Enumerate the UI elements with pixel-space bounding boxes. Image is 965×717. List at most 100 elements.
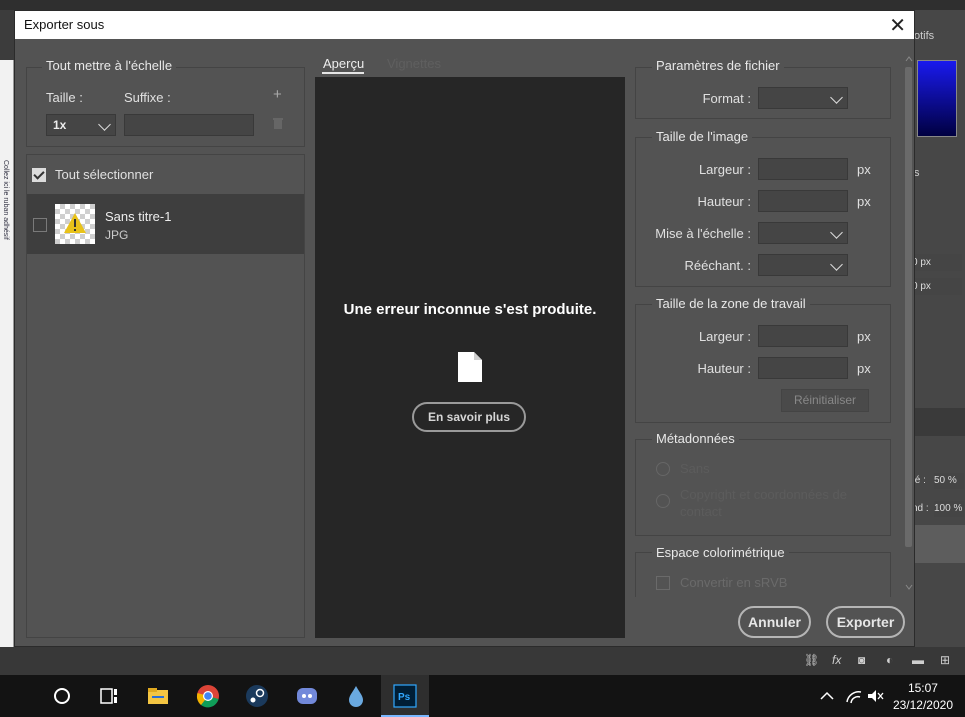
fx-icon[interactable]: fx <box>832 653 841 667</box>
document-canvas-edge: Collez ici le ruban adhésif <box>0 60 14 650</box>
scroll-up-icon[interactable] <box>905 55 913 63</box>
canvas-width-label: Largeur : <box>698 329 751 344</box>
metadata-heading: Métadonnées <box>652 431 739 446</box>
scale-value: 1x <box>53 118 67 132</box>
water-drop-icon[interactable] <box>344 684 368 708</box>
file-icon <box>458 352 482 382</box>
steam-icon[interactable] <box>245 684 269 708</box>
coord-field-1[interactable]: 0 px <box>912 254 962 271</box>
svg-text:Ps: Ps <box>398 692 411 703</box>
start-icon[interactable] <box>50 684 74 708</box>
scroll-down-icon[interactable] <box>905 583 913 591</box>
clock-time: 15:07 <box>907 681 938 695</box>
clock-date: 23/12/2020 <box>892 698 953 712</box>
chevron-down-icon <box>830 91 843 104</box>
canvas-width-input[interactable] <box>758 325 848 347</box>
reset-button[interactable]: Réinitialiser <box>781 389 869 412</box>
image-height-input[interactable] <box>758 190 848 212</box>
settings-scrollbar[interactable] <box>904 55 914 595</box>
export-button[interactable]: Exporter <box>826 606 905 638</box>
scale-heading: Tout mettre à l'échelle <box>42 58 177 73</box>
asset-row[interactable]: Sans titre-1 JPG <box>27 194 304 254</box>
canvas-size-heading: Taille de la zone de travail <box>652 296 810 311</box>
scale-select[interactable]: 1x <box>46 114 116 136</box>
folder-icon[interactable]: ▬ <box>912 653 924 667</box>
metadata-copyright-radio[interactable] <box>656 494 670 508</box>
tab-thumbnails[interactable]: Vignettes <box>387 56 441 71</box>
system-clock[interactable]: 15:07 23/12/2020 <box>893 680 953 714</box>
canvas-height-input[interactable] <box>758 357 848 379</box>
image-scale-label: Mise à l'échelle : <box>655 226 751 241</box>
file-settings-heading: Paramètres de fichier <box>652 58 784 73</box>
layer-row[interactable] <box>912 525 965 563</box>
scroll-thumb[interactable] <box>905 67 912 547</box>
asset-thumbnail <box>55 204 95 244</box>
dialog-titlebar: Exporter sous ✕ <box>15 11 914 39</box>
asset-checkbox[interactable] <box>33 218 47 232</box>
chrome-icon[interactable] <box>196 684 220 708</box>
patterns-tab[interactable]: otifs <box>914 30 934 42</box>
volume-muted-icon[interactable] <box>866 684 890 708</box>
image-width-input[interactable] <box>758 158 848 180</box>
add-scale-icon[interactable]: + <box>273 86 282 103</box>
size-label: Taille : <box>46 90 83 105</box>
image-size-heading: Taille de l'image <box>652 129 753 144</box>
close-icon[interactable]: ✕ <box>889 13 906 38</box>
photoshop-status-bar: ⛓ fx ◙ ◐ ▬ ⊞ <box>0 647 965 675</box>
resample-select[interactable] <box>758 254 848 276</box>
coord-field-2[interactable]: 0 px <box>912 278 962 295</box>
windows-taskbar: Ps 15:07 23/12/2020 <box>0 675 965 717</box>
canvas-height-label: Hauteur : <box>697 361 751 376</box>
layers-header <box>912 408 965 436</box>
color-picker-field[interactable] <box>917 60 957 137</box>
chevron-down-icon <box>830 258 843 271</box>
convert-srgb-checkbox[interactable] <box>656 576 670 590</box>
dialog-title: Exporter sous <box>24 17 105 32</box>
link-icon[interactable]: ⛓ <box>804 653 819 667</box>
suffix-label: Suffixe : <box>124 90 171 105</box>
chevron-down-icon <box>830 226 843 239</box>
select-all-checkbox[interactable] <box>32 168 46 182</box>
photoshop-icon: Ps <box>393 684 417 708</box>
chevron-up-icon[interactable] <box>818 684 842 708</box>
canvas-width-unit: px <box>857 329 871 344</box>
trash-icon[interactable] <box>273 117 283 129</box>
tab-preview-underline <box>322 72 364 74</box>
format-select[interactable] <box>758 87 848 109</box>
cancel-button[interactable]: Annuler <box>738 606 811 638</box>
image-width-label: Largeur : <box>698 162 751 177</box>
asset-format: JPG <box>105 228 129 242</box>
metadata-none-label: Sans <box>680 461 710 476</box>
error-message: Une erreur inconnue s'est produite. <box>343 301 597 318</box>
task-view-icon[interactable] <box>98 684 122 708</box>
photoshop-taskbar-item[interactable]: Ps <box>381 675 429 717</box>
resample-label: Rééchant. : <box>684 258 752 273</box>
warning-icon <box>64 213 86 233</box>
image-width-unit: px <box>857 162 871 177</box>
image-scale-select[interactable] <box>758 222 848 244</box>
preview-area: Une erreur inconnue s'est produite. En s… <box>315 77 625 638</box>
file-explorer-icon[interactable] <box>146 684 170 708</box>
fill-field[interactable]: 100 % <box>934 501 964 517</box>
select-all-label[interactable]: Tout sélectionner <box>55 167 153 182</box>
color-space-heading: Espace colorimétrique <box>652 545 789 560</box>
format-label: Format : <box>702 91 751 106</box>
photoshop-right-panels: otifs s 0 px 0 px té : 50 % nd : 100 % <box>912 10 965 660</box>
new-layer-icon[interactable]: ⊞ <box>940 653 950 667</box>
discord-icon[interactable] <box>295 684 319 708</box>
export-as-dialog: Exporter sous ✕ Tout mettre à l'échelle … <box>14 10 915 647</box>
metadata-none-radio[interactable] <box>656 462 670 476</box>
asset-name: Sans titre-1 <box>105 209 172 224</box>
doc-text: Collez ici le ruban adhésif <box>2 160 9 240</box>
tab-preview[interactable]: Aperçu <box>323 56 364 71</box>
image-height-unit: px <box>857 194 871 209</box>
adjustment-icon[interactable]: ◐ <box>886 653 893 667</box>
suffix-input[interactable] <box>124 114 254 136</box>
learn-more-button[interactable]: En savoir plus <box>412 402 526 432</box>
metadata-copyright-label: Copyright et coordonnées de contact <box>680 487 847 519</box>
image-height-label: Hauteur : <box>697 194 751 209</box>
mask-icon[interactable]: ◙ <box>858 653 865 667</box>
chevron-down-icon <box>98 118 111 131</box>
opacity-field[interactable]: 50 % <box>934 473 964 489</box>
canvas-height-unit: px <box>857 361 871 376</box>
